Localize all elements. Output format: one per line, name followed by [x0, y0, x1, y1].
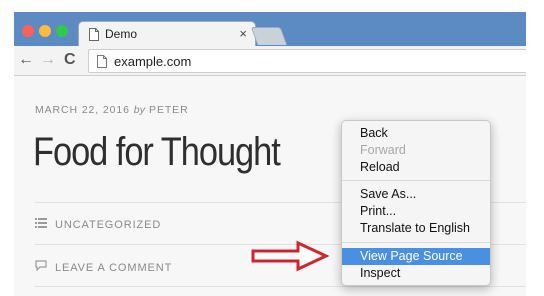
new-tab-button[interactable]	[250, 27, 288, 45]
close-window-button[interactable]	[22, 25, 34, 37]
post-date[interactable]: MARCH 22, 2016	[35, 104, 130, 116]
minimize-window-button[interactable]	[39, 25, 51, 37]
page-icon	[89, 28, 99, 41]
post-meta: MARCH 22, 2016 by PETER	[35, 104, 189, 116]
tab-title: Demo	[105, 27, 138, 41]
page-title: Food for Thought	[33, 130, 281, 174]
leave-comment-link[interactable]: LEAVE A COMMENT	[55, 262, 172, 274]
post-author[interactable]: PETER	[149, 104, 189, 116]
menu-item-print[interactable]: Print...	[342, 203, 490, 220]
menu-item-view-page-source[interactable]: View Page Source	[342, 248, 490, 265]
address-bar[interactable]: example.com	[88, 49, 526, 73]
tab-close-icon[interactable]: ×	[239, 26, 247, 41]
divider	[35, 286, 526, 287]
page-icon	[97, 55, 107, 68]
red-arrow-icon	[251, 240, 330, 272]
category-link[interactable]: UNCATEGORIZED	[55, 219, 161, 231]
menu-item-reload[interactable]: Reload	[342, 159, 490, 176]
menu-item-forward[interactable]: Forward	[342, 142, 490, 159]
menu-item-back[interactable]: Back	[342, 125, 490, 142]
url-text: example.com	[114, 54, 192, 69]
menu-item-translate[interactable]: Translate to English	[342, 220, 490, 237]
category-row: UNCATEGORIZED	[35, 218, 161, 231]
comment-icon	[35, 260, 49, 274]
toolbar: ← → C example.com	[14, 46, 526, 76]
menu-item-inspect[interactable]: Inspect	[342, 265, 490, 282]
zoom-window-button[interactable]	[56, 25, 68, 37]
menu-item-save-as[interactable]: Save As...	[342, 186, 490, 203]
menu-separator	[342, 242, 490, 243]
back-button[interactable]: ←	[18, 51, 34, 69]
context-menu: Back Forward Reload Save As... Print... …	[341, 120, 491, 286]
forward-button[interactable]: →	[40, 51, 56, 69]
menu-separator	[342, 180, 490, 181]
reload-button[interactable]: C	[64, 51, 76, 69]
tab-demo[interactable]: Demo ×	[78, 21, 256, 47]
comment-row: LEAVE A COMMENT	[35, 260, 172, 274]
title-bar: Demo ×	[14, 12, 526, 47]
list-icon	[35, 218, 49, 231]
post-by: by	[133, 104, 146, 116]
